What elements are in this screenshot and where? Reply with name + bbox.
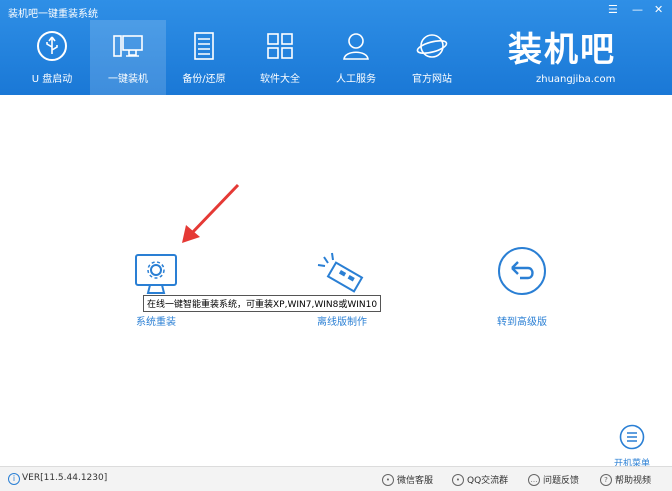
minimize-button[interactable]: — <box>632 3 643 17</box>
nav-item-label: 备份/还原 <box>182 74 226 85</box>
monitor-gear-icon <box>135 254 177 294</box>
qq-icon: • <box>452 473 464 486</box>
footer-link-help[interactable]: ? 帮助视频 <box>600 473 651 486</box>
computer-icon <box>113 35 143 57</box>
info-icon: i <box>8 473 20 485</box>
apps-icon <box>267 33 293 59</box>
footer-link-label: 问题反馈 <box>543 476 580 486</box>
nav-item-label: 人工服务 <box>336 74 376 85</box>
nav-item-label: 官方网站 <box>412 74 452 85</box>
user-service-icon <box>343 33 369 60</box>
brand-logo-text: 装机吧 <box>508 30 616 70</box>
footer-link-feedback[interactable]: … 问题反馈 <box>528 473 579 486</box>
feature-label: 系统重装 <box>136 317 176 328</box>
footer-link-label: QQ交流群 <box>467 476 509 486</box>
nav-item-service[interactable]: 人工服务 <box>318 20 394 95</box>
nav-item-one-click[interactable]: 一键装机 <box>90 20 166 95</box>
nav-item-website[interactable]: 官方网站 <box>394 20 470 95</box>
footer-link-label: 帮助视频 <box>615 476 652 486</box>
usb-icon <box>37 31 67 61</box>
nav-item-label: 一键装机 <box>108 74 148 85</box>
feedback-icon: … <box>528 473 540 486</box>
brand-url: zhuangjiba.com <box>536 74 616 85</box>
feature-label: 转到高级版 <box>497 317 547 328</box>
feature-advanced-version[interactable]: 转到高级版 <box>462 247 582 341</box>
nav-item-label: 软件大全 <box>260 74 300 85</box>
footer-link-wechat[interactable]: • 微信客服 <box>382 473 433 486</box>
header-bar: 装机吧一键重装系统 ☰ — ✕ U 盘启动 一键装机 备份/还原 软件大全 人工… <box>0 0 672 95</box>
back-arrow-icon <box>498 247 546 295</box>
nav-item-software[interactable]: 软件大全 <box>242 20 318 95</box>
footer-link-qq[interactable]: • QQ交流群 <box>452 473 508 486</box>
wechat-icon: • <box>382 473 394 486</box>
pointer-arrow-icon <box>182 183 240 243</box>
window-title: 装机吧一键重装系统 <box>8 9 98 20</box>
website-icon <box>416 34 448 58</box>
main-panel: 系统重装 离线版制作 转到高级版 开机菜单 <box>0 95 672 469</box>
brand-logo: 装机吧 zhuangjiba.com <box>508 22 616 85</box>
version-label: VER[11.5.44.1230] <box>22 473 108 483</box>
feature-tooltip: 在线一键智能重装系统，可重装XP,WIN7,WIN8或WIN10 <box>143 295 382 312</box>
status-bar: i VER[11.5.44.1230] • 微信客服 • QQ交流群 … 问题反… <box>0 466 672 491</box>
menu-list-icon <box>619 424 645 450</box>
nav-item-backup[interactable]: 备份/还原 <box>166 20 242 95</box>
close-button[interactable]: ✕ <box>654 3 663 17</box>
main-nav: U 盘启动 一键装机 备份/还原 软件大全 人工服务 官方网站 <box>14 20 470 95</box>
footer-link-label: 微信客服 <box>397 476 434 486</box>
backup-icon <box>194 32 214 60</box>
menu-icon[interactable]: ☰ <box>608 3 618 17</box>
nav-item-usb-boot[interactable]: U 盘启动 <box>14 20 90 95</box>
help-icon: ? <box>600 473 612 486</box>
usb-drive-icon <box>317 252 364 293</box>
feature-label: 离线版制作 <box>317 317 367 328</box>
boot-menu-button[interactable]: 开机菜单 <box>604 424 660 469</box>
nav-item-label: U 盘启动 <box>31 74 73 85</box>
